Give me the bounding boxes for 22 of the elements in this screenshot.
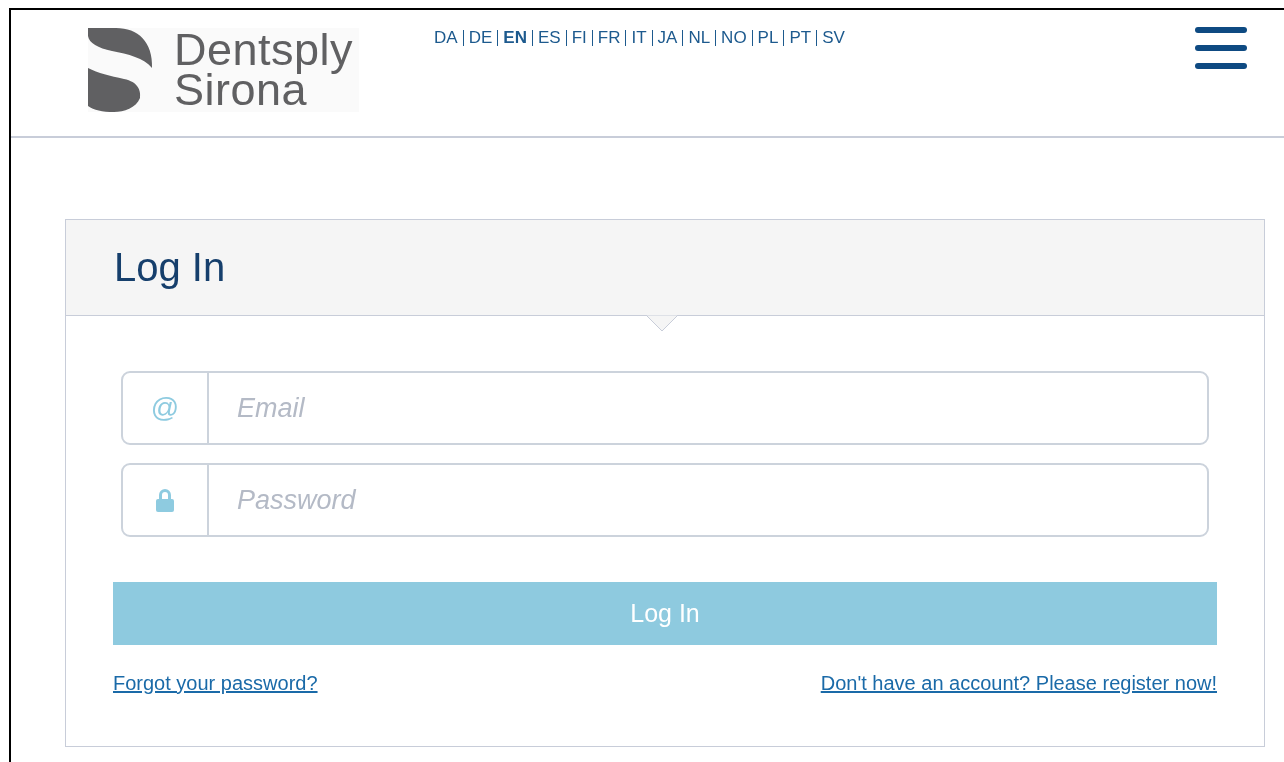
at-icon: @ (150, 392, 180, 424)
email-input[interactable]: Email (209, 373, 1207, 443)
language-link[interactable]: PT (784, 28, 817, 48)
forgot-password-link[interactable]: Forgot your password? (113, 672, 318, 695)
language-link[interactable]: NO (716, 28, 752, 48)
language-link[interactable]: FR (592, 28, 626, 48)
language-link[interactable]: PL (752, 28, 784, 48)
language-link[interactable]: JA (652, 28, 683, 48)
language-link[interactable]: NL (683, 28, 716, 48)
logo[interactable]: Dentsply Sirona (88, 28, 360, 112)
menu-icon[interactable] (1195, 27, 1247, 69)
language-link[interactable]: EN (498, 28, 532, 48)
language-link[interactable]: ES (532, 28, 566, 48)
language-link[interactable]: SV (817, 28, 850, 48)
language-link[interactable]: IT (626, 28, 652, 48)
lock-icon (155, 488, 175, 512)
card-title: Log In (114, 245, 226, 290)
language-link[interactable]: DE (463, 28, 498, 48)
register-link[interactable]: Don't have an account? Please register now! (820, 672, 1217, 695)
language-link[interactable]: FI (566, 28, 592, 48)
logo-mark-icon (88, 28, 154, 112)
language-link[interactable]: DA (434, 28, 463, 48)
